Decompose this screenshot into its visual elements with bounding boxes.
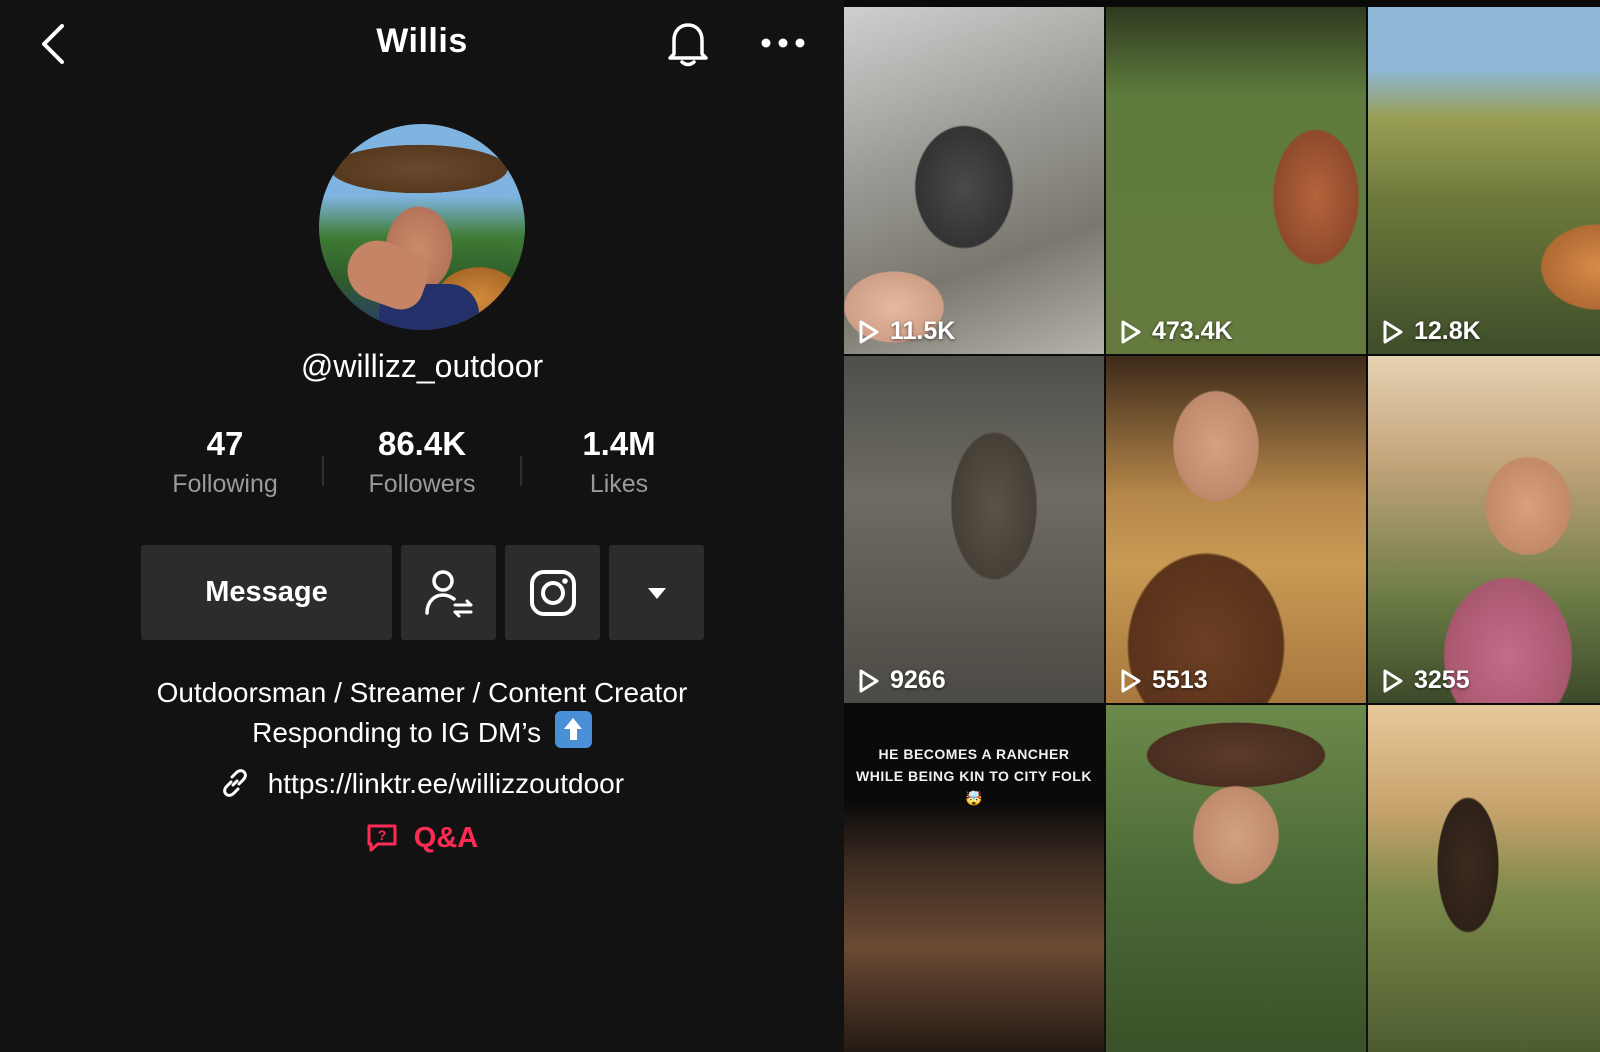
up-arrow-icon [554,711,592,748]
bio-line: Outdoorsman / Streamer / Content Creator [156,677,688,708]
following-count: 47 [206,425,244,462]
more-options-button[interactable] [758,28,808,58]
video-thumbnail[interactable]: 11.5K [844,7,1104,354]
view-count: 5513 [1120,666,1208,695]
caret-down-icon [647,587,666,599]
play-icon [1383,669,1403,692]
video-grid: 11.5K 473.4K 12.8K 9266 5513 3255 HE BEC [844,0,1600,1052]
play-icon [1121,669,1141,692]
bell-icon [668,23,708,67]
stat-divider [520,456,522,486]
more-profiles-button[interactable] [609,545,704,640]
profile-link[interactable]: https://linktr.ee/willizzoutdoor [0,768,844,800]
stat-likes[interactable]: 1.4M Likes [539,424,699,499]
view-count: 9266 [858,666,946,695]
notifications-button[interactable] [664,18,712,68]
video-caption: HE BECOMES A RANCHER WHILE BEING KIN TO … [856,746,1092,806]
video-thumbnail[interactable]: 12.8K [1368,7,1600,354]
question-chat-icon: ? [367,824,397,852]
video-thumbnail[interactable]: 9266 [844,356,1104,703]
likes-label: Likes [589,470,649,498]
play-icon [859,669,879,692]
play-icon [859,320,879,343]
followers-count: 86.4K [377,425,467,462]
video-thumbnail[interactable] [1106,705,1366,1052]
more-horizontal-icon [761,38,805,48]
bio-line: Responding to IG DM’s [0,711,844,751]
username-handle: @willizz_outdoor [300,348,544,384]
likes-count: 1.4M [582,425,656,462]
view-count: 473.4K [1120,317,1233,346]
following-label: Following [172,470,278,498]
video-thumbnail[interactable]: 473.4K [1106,7,1366,354]
qa-button[interactable]: ? Q&A [0,822,844,855]
stats-row: 47 Following 86.4K Followers 1.4M Likes [0,424,844,504]
video-thumbnail[interactable]: HE BECOMES A RANCHER WHILE BEING KIN TO … [844,705,1104,1052]
user-follow-icon [424,569,472,617]
link-url: https://linktr.ee/willizzoutdoor [267,768,625,799]
video-thumbnail[interactable]: 3255 [1368,356,1600,703]
page-title: Willis [376,22,468,60]
play-icon [1121,320,1141,343]
stat-divider [322,456,324,486]
avatar[interactable] [319,124,525,330]
svg-text:?: ? [377,827,386,843]
top-bar: Willis [0,0,844,90]
follow-button[interactable] [401,545,496,640]
play-icon [1383,320,1403,343]
qa-label: Q&A [413,822,479,854]
profile-panel: Willis @willizz_outdoor 47 Following 86.… [0,0,844,902]
bio-text: Responding to IG DM’s [252,717,542,748]
view-count: 12.8K [1382,317,1481,346]
message-button[interactable]: Message [141,545,392,640]
instagram-icon [529,569,576,616]
view-count: 11.5K [858,317,955,346]
instagram-button[interactable] [505,545,600,640]
stat-followers[interactable]: 86.4K Followers [342,424,502,499]
view-count: 3255 [1382,666,1470,695]
link-icon [223,769,247,797]
followers-label: Followers [368,470,476,498]
video-thumbnail[interactable] [1368,705,1600,1052]
stat-following[interactable]: 47 Following [145,424,305,499]
video-thumbnail[interactable]: 5513 [1106,356,1366,703]
